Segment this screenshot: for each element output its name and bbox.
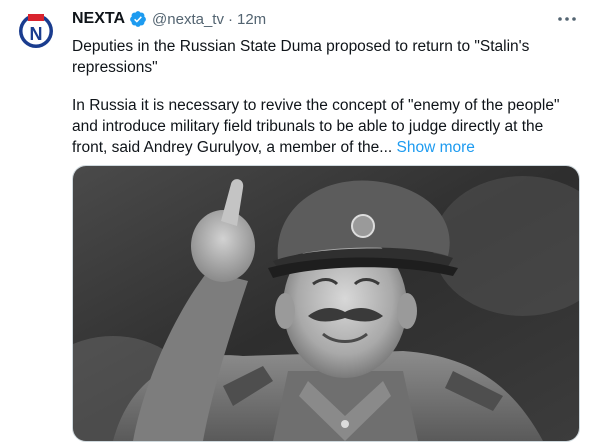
- show-more-link[interactable]: Show more: [397, 139, 475, 156]
- more-options-icon: [558, 17, 576, 21]
- separator-dot: ·: [227, 10, 233, 28]
- tweet-body-text: In Russia it is necessary to revive the …: [72, 97, 560, 156]
- svg-text:N: N: [30, 24, 43, 44]
- avatar[interactable]: N: [18, 13, 54, 49]
- tweet-body: In Russia it is necessary to revive the …: [72, 95, 572, 158]
- timestamp[interactable]: 12m: [237, 11, 266, 28]
- tweet-media-image[interactable]: [72, 165, 580, 442]
- tweet-header: NEXTA @nexta_tv · 12m: [72, 10, 266, 28]
- photo-illustration: [73, 166, 579, 441]
- tweet-headline: Deputies in the Russian State Duma propo…: [72, 38, 530, 76]
- author-name[interactable]: NEXTA: [72, 10, 125, 28]
- author-handle[interactable]: @nexta_tv: [152, 11, 224, 28]
- nexta-logo-icon: N: [19, 14, 53, 48]
- verified-badge-icon: [130, 11, 146, 27]
- more-options-button[interactable]: [556, 8, 578, 30]
